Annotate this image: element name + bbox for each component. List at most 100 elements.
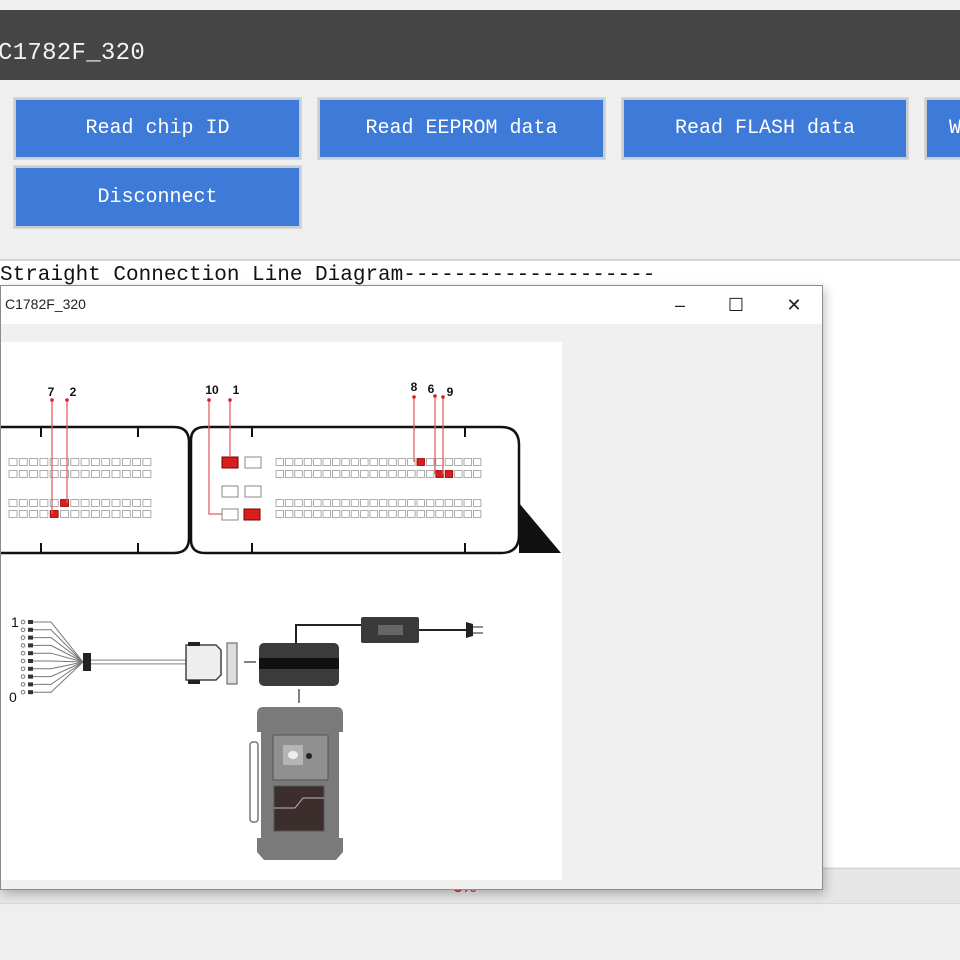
pin-lead-dot	[412, 395, 416, 399]
pin	[454, 499, 463, 507]
diagram-svg: 7 2 10 1 8 6 910	[0, 380, 561, 860]
pin	[454, 458, 463, 466]
pin	[416, 458, 425, 466]
pin	[132, 510, 141, 518]
pin	[322, 510, 331, 518]
wire-harness-icon	[20, 619, 84, 695]
pin	[29, 470, 39, 478]
log-line: Straight Connection Line Diagram--------…	[0, 264, 656, 287]
pin-lead-dot	[441, 395, 445, 399]
pin	[435, 499, 444, 507]
power-pin	[221, 485, 239, 498]
pin	[142, 499, 152, 507]
pin	[313, 499, 322, 507]
read-flash-button[interactable]: Read FLASH data	[622, 98, 908, 159]
pin	[29, 458, 39, 466]
pin	[463, 510, 472, 518]
pin	[101, 510, 111, 518]
screw-icon	[188, 680, 200, 684]
pin	[322, 458, 331, 466]
connector-wedge	[519, 503, 561, 553]
pin	[444, 499, 454, 507]
harness-lead	[20, 635, 26, 640]
pin	[435, 510, 444, 518]
pin	[463, 470, 472, 478]
pin	[8, 470, 18, 478]
maximize-icon[interactable]: ☐	[713, 286, 759, 324]
pin	[444, 510, 454, 518]
pin	[322, 499, 331, 507]
pin	[407, 499, 416, 507]
pin	[416, 499, 425, 507]
harness-lead	[20, 619, 26, 625]
pin	[425, 510, 435, 518]
pin	[111, 458, 121, 466]
dialog-title: C1782F_320	[5, 296, 86, 312]
cable-ferrule-icon	[83, 653, 91, 671]
pin	[303, 499, 313, 507]
pin-label: 6	[428, 382, 435, 396]
pin	[407, 510, 416, 518]
pin	[70, 499, 80, 507]
pin	[472, 510, 482, 518]
pin	[91, 499, 100, 507]
pin	[341, 458, 350, 466]
pin	[121, 470, 131, 478]
right-connector	[189, 425, 521, 555]
pin	[121, 499, 131, 507]
pin	[331, 499, 341, 507]
pin	[18, 499, 28, 507]
pin	[111, 470, 121, 478]
power-pin	[244, 456, 262, 469]
pin	[378, 458, 388, 466]
pin	[294, 499, 303, 507]
read-chip-id-button[interactable]: Read chip ID	[14, 98, 301, 159]
pin	[350, 510, 360, 518]
read-eeprom-button[interactable]: Read EEPROM data	[318, 98, 605, 159]
harness-clip	[28, 620, 33, 624]
pin	[331, 510, 341, 518]
pin	[91, 470, 100, 478]
harness-lead	[20, 627, 26, 633]
pin	[91, 458, 100, 466]
write-button[interactable]: W	[925, 98, 960, 159]
pin	[284, 470, 294, 478]
pin	[360, 499, 369, 507]
pin	[444, 458, 454, 466]
pin	[331, 458, 341, 466]
close-icon[interactable]: ✕	[771, 286, 817, 324]
pin-label: 10	[205, 383, 219, 397]
pin	[275, 510, 284, 518]
disconnect-button[interactable]: Disconnect	[14, 166, 301, 228]
pin	[313, 510, 322, 518]
harness-lead	[20, 666, 26, 672]
connection-diagram-image: 7 2 10 1 8 6 9 1 0	[0, 342, 562, 880]
pin	[70, 458, 80, 466]
pin	[313, 458, 322, 466]
pin	[39, 510, 49, 518]
pin	[60, 510, 69, 518]
diagram-dialog: C1782F_320 – ☐ ✕ 7 2 10 1 8 6 9 1 0	[0, 285, 823, 890]
pin	[444, 470, 454, 478]
pin	[132, 458, 141, 466]
pin	[111, 510, 121, 518]
pin	[8, 458, 18, 466]
pin	[91, 510, 100, 518]
programmer-device-icon	[257, 707, 343, 860]
pin	[284, 510, 294, 518]
app-title: C1782F_320	[0, 40, 146, 67]
dialog-titlebar[interactable]: C1782F_320 – ☐ ✕	[1, 286, 822, 324]
pin	[463, 458, 472, 466]
pin	[388, 499, 397, 507]
pin-lead-dot	[228, 398, 232, 402]
pin	[454, 510, 463, 518]
power-pin	[221, 456, 239, 469]
harness-clip	[28, 682, 33, 687]
pin	[121, 458, 131, 466]
pin	[101, 499, 111, 507]
pin	[294, 510, 303, 518]
minimize-icon[interactable]: –	[657, 286, 703, 324]
pin	[70, 470, 80, 478]
pin	[397, 499, 407, 507]
pin	[350, 458, 360, 466]
